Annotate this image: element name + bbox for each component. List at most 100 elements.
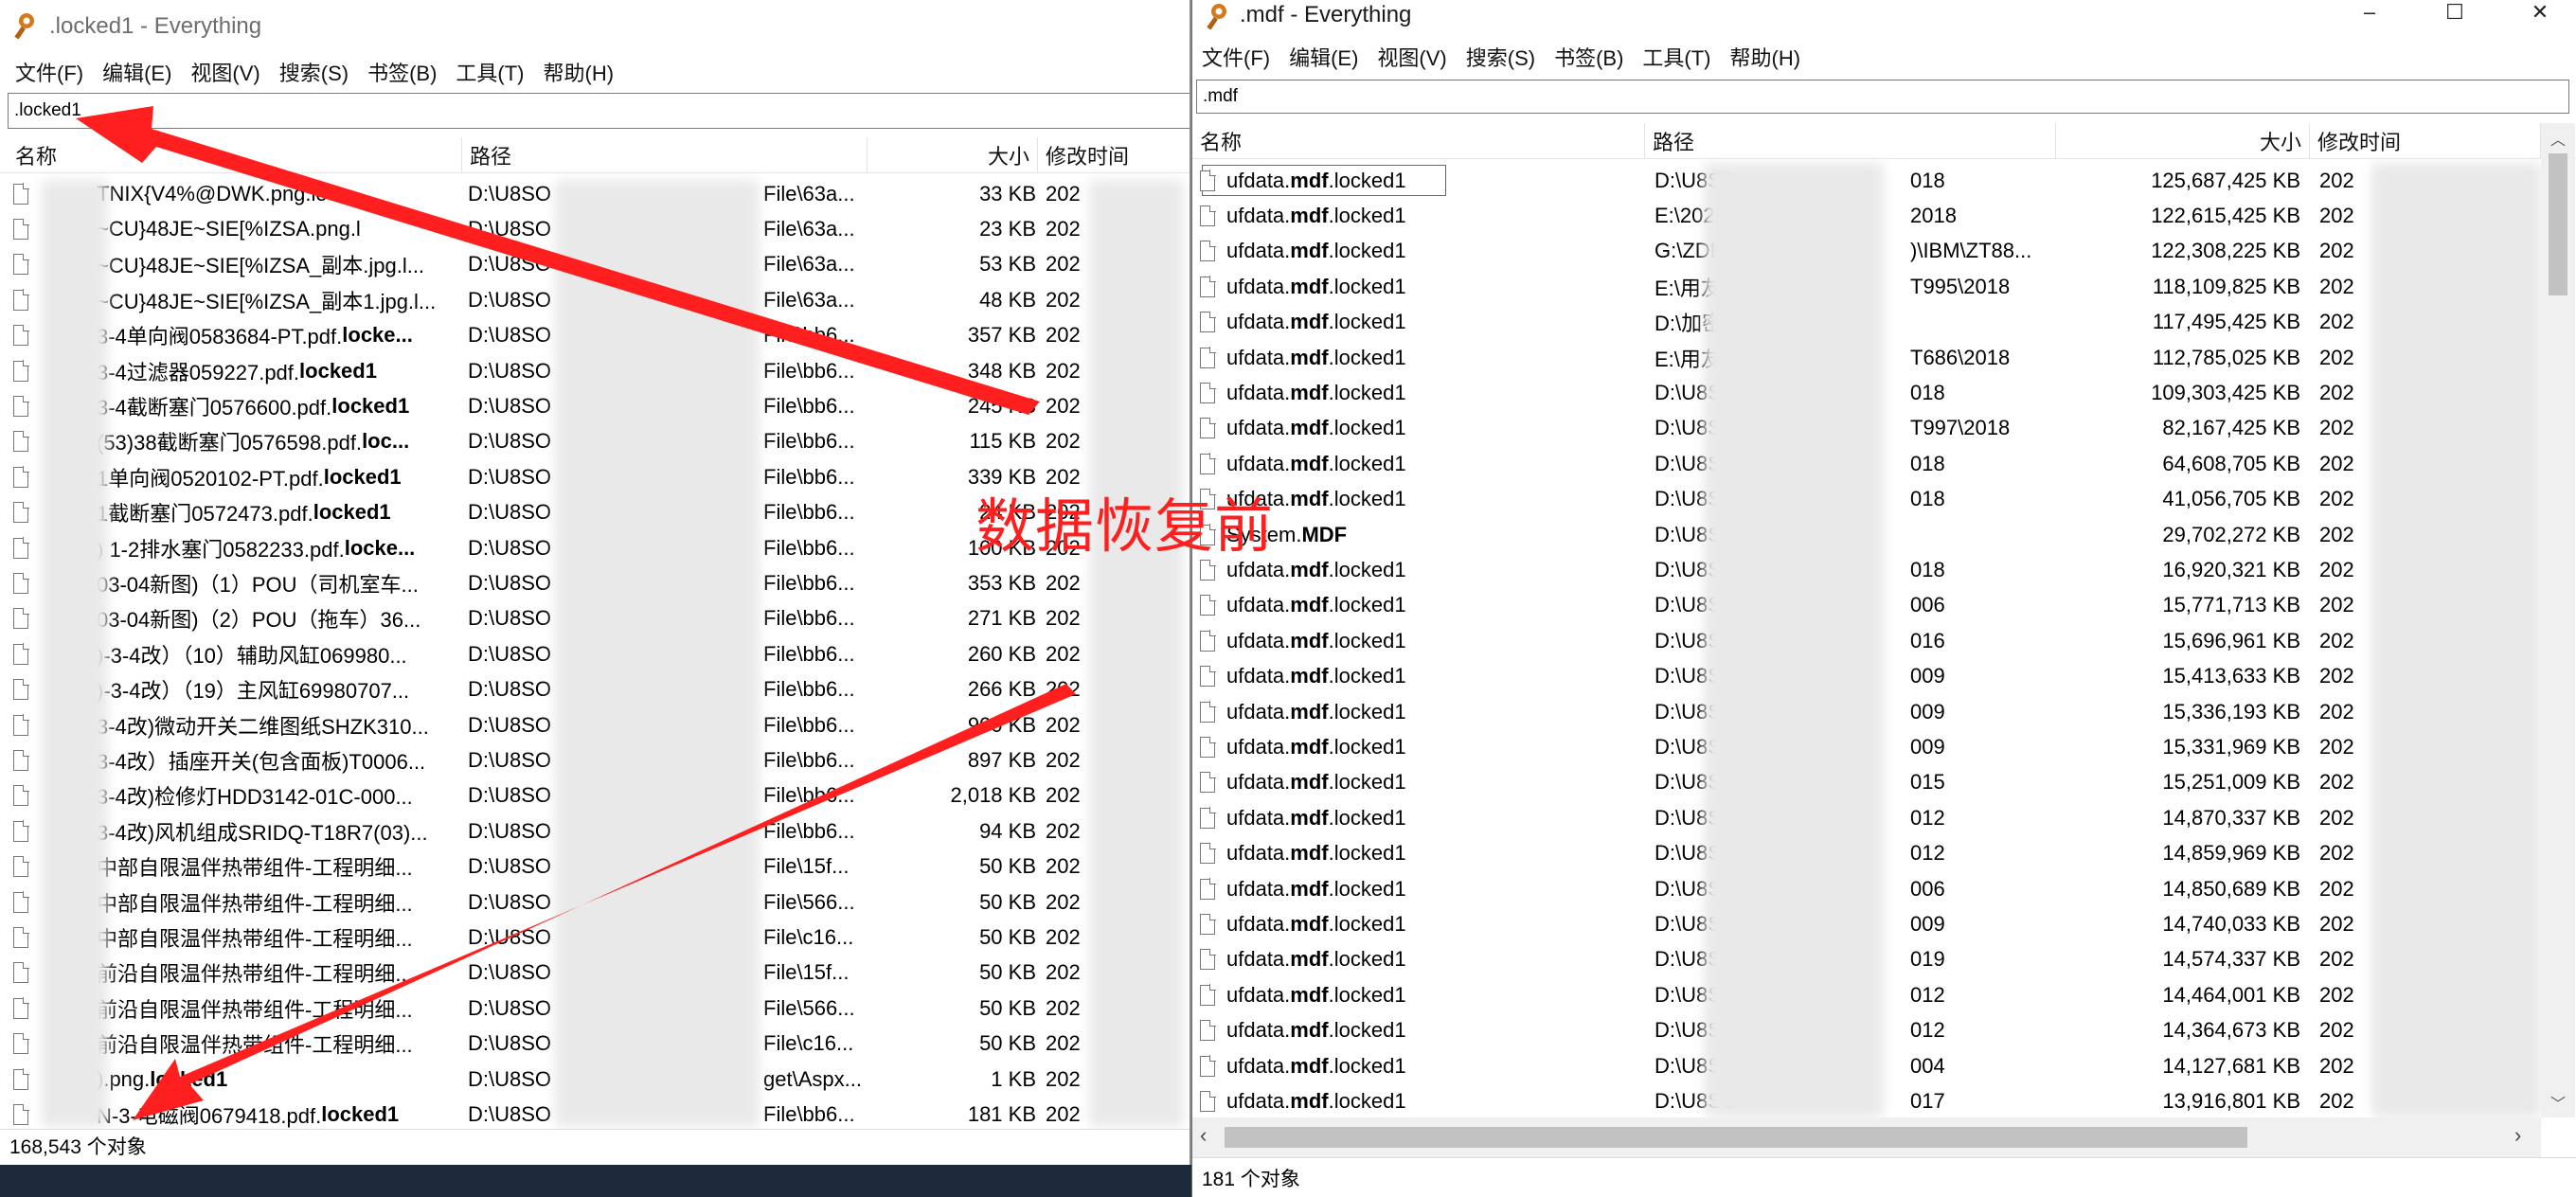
menu-item[interactable]: 编辑(E) xyxy=(1289,42,1358,72)
menu-item[interactable]: 书签(B) xyxy=(1554,42,1623,72)
file-icon xyxy=(1200,1055,1216,1077)
cell-size: 122,615,425 KB xyxy=(2151,204,2300,228)
scroll-thumb[interactable] xyxy=(2549,153,2567,295)
file-icon xyxy=(13,430,29,453)
path-suffix: 019 xyxy=(1910,947,1945,972)
menu-item[interactable]: 搜索(S) xyxy=(279,57,349,87)
menu-item[interactable]: 视图(V) xyxy=(1377,42,1446,72)
scroll-up-icon[interactable]: ︿ xyxy=(2550,127,2566,150)
close-button[interactable]: ✕ xyxy=(2497,0,2576,27)
column-name[interactable]: 名称 xyxy=(8,137,462,173)
left-search-input[interactable]: .locked1 xyxy=(8,93,1190,129)
blur-mask xyxy=(42,180,108,1127)
cell-name: ufdata. mdf .locked1 xyxy=(1200,305,1645,340)
path-suffix: 004 xyxy=(1910,1053,1945,1078)
cell-name: ufdata. mdf .locked1 xyxy=(1200,1083,1645,1118)
cell-size: 122,308,225 KB xyxy=(2151,239,2300,263)
cell-name: ufdata. mdf .locked1 xyxy=(1200,1013,1645,1048)
horizontal-scrollbar[interactable]: ‹ › xyxy=(1192,1117,2541,1157)
minimize-button[interactable]: – xyxy=(2327,0,2412,27)
file-name-part: .locked1 xyxy=(1328,593,1406,617)
file-name-part: mdf xyxy=(1290,451,1329,475)
path-suffix: 016 xyxy=(1910,628,1945,652)
right-titlebar[interactable]: .mdf - Everything – ☐ ✕ xyxy=(1192,0,2576,38)
cell-size: 14,859,969 KB xyxy=(2162,841,2300,866)
path-suffix: File\bb6... xyxy=(763,571,855,596)
right-search-input[interactable]: .mdf xyxy=(1196,80,2569,114)
menu-item[interactable]: 工具(T) xyxy=(1642,42,1710,72)
file-name-part: .locked1 xyxy=(1328,947,1406,972)
menu-item[interactable]: 编辑(E) xyxy=(102,57,171,87)
cell-size: 14,364,673 KB xyxy=(2162,1018,2300,1043)
file-icon xyxy=(1200,736,1216,759)
cell-size: 260 KB xyxy=(967,641,1036,666)
menu-item[interactable]: 文件(F) xyxy=(1202,42,1270,72)
file-name-part: ufdata. xyxy=(1226,310,1291,334)
file-name-part: 中部自限温伴热带组件-工程明细... xyxy=(97,891,413,916)
file-name-part: 3-4改)微动开关二维图纸SHZK310... xyxy=(97,714,429,739)
path-suffix: T686\2018 xyxy=(1910,345,2011,369)
file-name-part: .locked1 xyxy=(1328,699,1406,724)
menu-item[interactable]: 帮助(H) xyxy=(1730,42,1801,72)
cell-name: ufdata. mdf .locked1 xyxy=(1200,977,1645,1012)
scroll-right-icon[interactable]: › xyxy=(2514,1123,2521,1148)
object-count: 168,543 个对象 xyxy=(9,1135,147,1158)
cell-size: 14,870,337 KB xyxy=(2162,805,2300,830)
file-name-part: 3-4截断塞门0576600.pdf. xyxy=(97,396,332,420)
menu-item[interactable]: 搜索(S) xyxy=(1466,42,1535,72)
path-suffix: File\63a... xyxy=(763,287,855,312)
column-name[interactable]: 名称 xyxy=(1192,123,1645,159)
path-suffix: 012 xyxy=(1910,982,1945,1007)
cell-size: 50 KB xyxy=(979,889,1036,914)
column-modified[interactable]: 修改时间 xyxy=(2310,123,2541,159)
column-modified[interactable]: 修改时间 xyxy=(1038,137,1190,173)
file-name-part: mdf xyxy=(1290,168,1329,192)
file-name-part: locked1 xyxy=(299,358,377,383)
scroll-thumb[interactable] xyxy=(1225,1127,2247,1148)
file-icon xyxy=(1200,878,1216,900)
menu-item[interactable]: 帮助(H) xyxy=(544,57,615,87)
path-suffix: File\bb6... xyxy=(763,818,855,843)
cell-size: 29,702,272 KB xyxy=(2162,522,2300,546)
file-name-part: 1单向阀0520102-PT.pdf. xyxy=(97,466,324,491)
maximize-button[interactable]: ☐ xyxy=(2412,0,2497,27)
cell-name: ufdata. mdf .locked1 xyxy=(1200,269,1645,304)
file-icon xyxy=(13,749,29,772)
menu-item[interactable]: 视图(V) xyxy=(190,57,259,87)
column-path[interactable]: 路径 xyxy=(1645,123,2056,159)
file-name-part: .locked1 xyxy=(1328,204,1406,228)
scroll-down-icon[interactable]: ﹀ xyxy=(2550,1091,2566,1114)
left-statusbar: 168,543 个对象 xyxy=(0,1129,1190,1161)
file-name-part: mdf xyxy=(1290,770,1329,795)
path-suffix: 012 xyxy=(1910,841,1945,866)
file-icon xyxy=(13,1103,29,1126)
file-icon xyxy=(13,926,29,949)
menu-item[interactable]: 工具(T) xyxy=(456,57,524,87)
right-statusbar: 181 个对象 xyxy=(1192,1157,2576,1197)
file-name-part: 中部自限温伴热带组件-工程明细... xyxy=(97,927,413,952)
path-suffix: File\63a... xyxy=(763,181,855,205)
file-icon xyxy=(13,466,29,488)
file-name-part: locked1 xyxy=(313,500,391,525)
path-suffix: 018 xyxy=(1910,381,1945,405)
column-size-label: 大小 xyxy=(2259,131,2301,154)
file-name-part: ufdata. xyxy=(1226,699,1291,724)
column-size[interactable]: 大小 xyxy=(2056,123,2310,159)
file-icon xyxy=(1200,382,1216,404)
vertical-scrollbar[interactable]: ︿ ﹀ xyxy=(2541,123,2575,1117)
file-name-part: 03-04新图)（2）POU（拖车）36... xyxy=(97,608,421,633)
path-suffix: 009 xyxy=(1910,664,1945,688)
cell-size: 109,303,425 KB xyxy=(2151,381,2300,405)
file-name-part: .locked1 xyxy=(1328,664,1406,688)
minimize-button[interactable]: – xyxy=(1154,0,1190,28)
column-size[interactable]: 大小 xyxy=(868,137,1038,173)
file-name-part: ufdata. xyxy=(1226,274,1291,298)
file-name-part: .locked1 xyxy=(1328,735,1406,759)
menu-item[interactable]: 文件(F) xyxy=(15,57,83,87)
file-icon xyxy=(1200,771,1216,794)
left-titlebar[interactable]: .locked1 - Everything – xyxy=(0,0,1190,55)
menu-item[interactable]: 书签(B) xyxy=(367,57,437,87)
scroll-left-icon[interactable]: ‹ xyxy=(1200,1123,1207,1148)
file-name-part: mdf xyxy=(1290,593,1329,617)
column-path[interactable]: 路径 xyxy=(462,137,868,173)
